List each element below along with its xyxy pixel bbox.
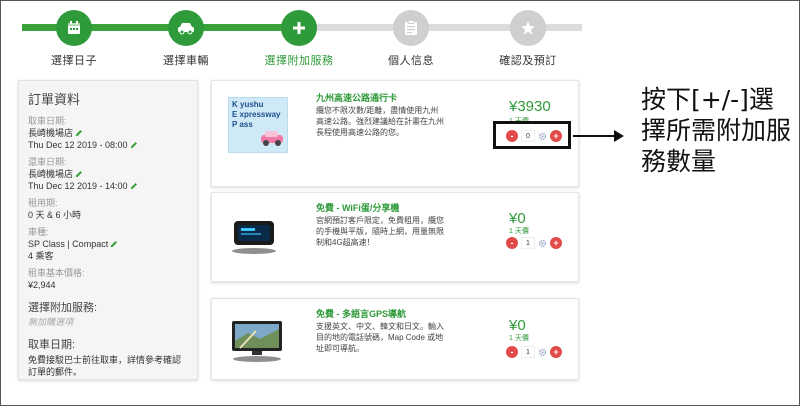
pickup-date-label: 取車日期:	[28, 116, 67, 126]
edit-icon[interactable]	[75, 129, 83, 137]
calendar-icon	[56, 10, 92, 46]
gear-icon	[538, 239, 547, 247]
star-icon	[510, 10, 546, 46]
kyushu-expressway-pass-image: K yushu E xpressway P ass	[228, 97, 288, 153]
step-label: 確認及預訂	[499, 55, 557, 67]
service-price-unit: 1 天價	[509, 228, 529, 235]
decrease-button[interactable]: -	[506, 237, 518, 249]
service-name: 九州高速公路通行卡	[316, 93, 398, 103]
step-label: 選擇附加服務	[264, 55, 334, 67]
edit-icon[interactable]	[130, 182, 138, 190]
step-label: 個人信息	[388, 55, 434, 67]
service-price-unit: 1 天價	[509, 335, 529, 342]
base-price-value: ¥2,944	[28, 280, 56, 290]
quantity-value[interactable]: 1	[521, 346, 535, 358]
service-price: ¥0	[509, 210, 526, 227]
service-name: 免費 - 多語言GPS導航	[316, 309, 407, 319]
quantity-stepper: - 1 +	[506, 345, 562, 359]
step-select-extras[interactable]: 選擇附加服務	[244, 10, 354, 68]
base-price-label: 租車基本價格:	[28, 268, 85, 278]
service-card-wifi: 免費 - WiFi蛋/分享機 官網預訂客戶限定，免費租用，纜您的手機與平版，隨時…	[211, 192, 579, 282]
service-card-gps: 免費 - 多語言GPS導航 支援英文、中文、韓文和日文。輸入目的地的電話號碼，M…	[211, 298, 579, 380]
annotation-arrow	[573, 135, 617, 137]
edit-icon[interactable]	[130, 141, 138, 149]
decrease-button[interactable]: -	[506, 346, 518, 358]
duration-value: 0 天 & 6 小時	[28, 210, 82, 220]
service-description: 官網預訂客戶限定，免費租用，纜您的手機與平版，隨時上網，用量無限制和4G超高速！	[316, 216, 444, 247]
step-select-car[interactable]: 選擇車輛	[131, 10, 241, 68]
logo-line: K yushu	[232, 100, 264, 109]
edit-icon[interactable]	[110, 240, 118, 248]
pickup-time: Thu Dec 12 2019 - 08:00	[28, 139, 188, 151]
service-price: ¥0	[509, 317, 526, 334]
annotation-text: 按下[+/-]選擇所需附加服務數量	[641, 85, 792, 176]
increase-button[interactable]: +	[550, 346, 562, 358]
step-select-date[interactable]: 選擇日子	[19, 10, 129, 68]
car-illustration-icon	[261, 131, 283, 146]
wifi-router-image	[228, 207, 288, 263]
gps-navigator-image	[228, 313, 288, 369]
return-time: Thu Dec 12 2019 - 14:00	[28, 180, 188, 192]
pickup-info-label: 取車日期:	[28, 339, 76, 351]
gear-icon	[538, 348, 547, 356]
car-icon	[168, 10, 204, 46]
step-personal-info[interactable]: 個人信息	[356, 10, 466, 68]
arrow-head-icon	[614, 130, 624, 142]
duration-label: 租用期:	[28, 198, 58, 208]
seats-value: 4 乘客	[28, 251, 54, 261]
pickup-place: 長崎機場店	[28, 127, 188, 139]
service-name: 免費 - WiFi蛋/分享機	[316, 203, 400, 213]
quantity-stepper: - 1 +	[506, 236, 562, 250]
return-date-label: 還車日期:	[28, 157, 67, 167]
edit-icon[interactable]	[75, 170, 83, 178]
pickup-info-note: 免費接駁巴士前往取車，詳情參考確認訂單的郵件。	[28, 355, 182, 377]
stepper-highlight-box	[493, 121, 571, 149]
clipboard-icon	[393, 10, 429, 46]
return-place: 長崎機場店	[28, 168, 188, 180]
plus-icon	[281, 10, 317, 46]
step-confirm-book[interactable]: 確認及預訂	[473, 10, 583, 68]
order-summary-title: 訂單資料	[28, 92, 81, 107]
extras-label: 選擇附加服務:	[28, 302, 98, 314]
extras-value: 無加購選項	[28, 317, 74, 327]
car-type-value: SP Class | Compact	[28, 238, 188, 250]
car-type-label: 車種:	[28, 227, 49, 237]
increase-button[interactable]: +	[550, 237, 562, 249]
step-label: 選擇車輛	[163, 55, 209, 67]
logo-line: E xpressway	[232, 110, 281, 119]
service-description: 纜您不限次數/距離，盡情使用九州高速公路。強烈建議給在計畫在九州長程使用高速公路…	[316, 106, 444, 137]
service-description: 支援英文、中文、韓文和日文。輸入目的地的電話號碼，Map Code 或地址即可導…	[316, 322, 444, 353]
service-price: ¥3930	[509, 98, 551, 115]
quantity-value[interactable]: 1	[521, 237, 535, 249]
step-label: 選擇日子	[51, 55, 97, 67]
order-summary-panel: 訂單資料 取車日期: 長崎機場店 Thu Dec 12 2019 - 08:00…	[18, 80, 198, 380]
